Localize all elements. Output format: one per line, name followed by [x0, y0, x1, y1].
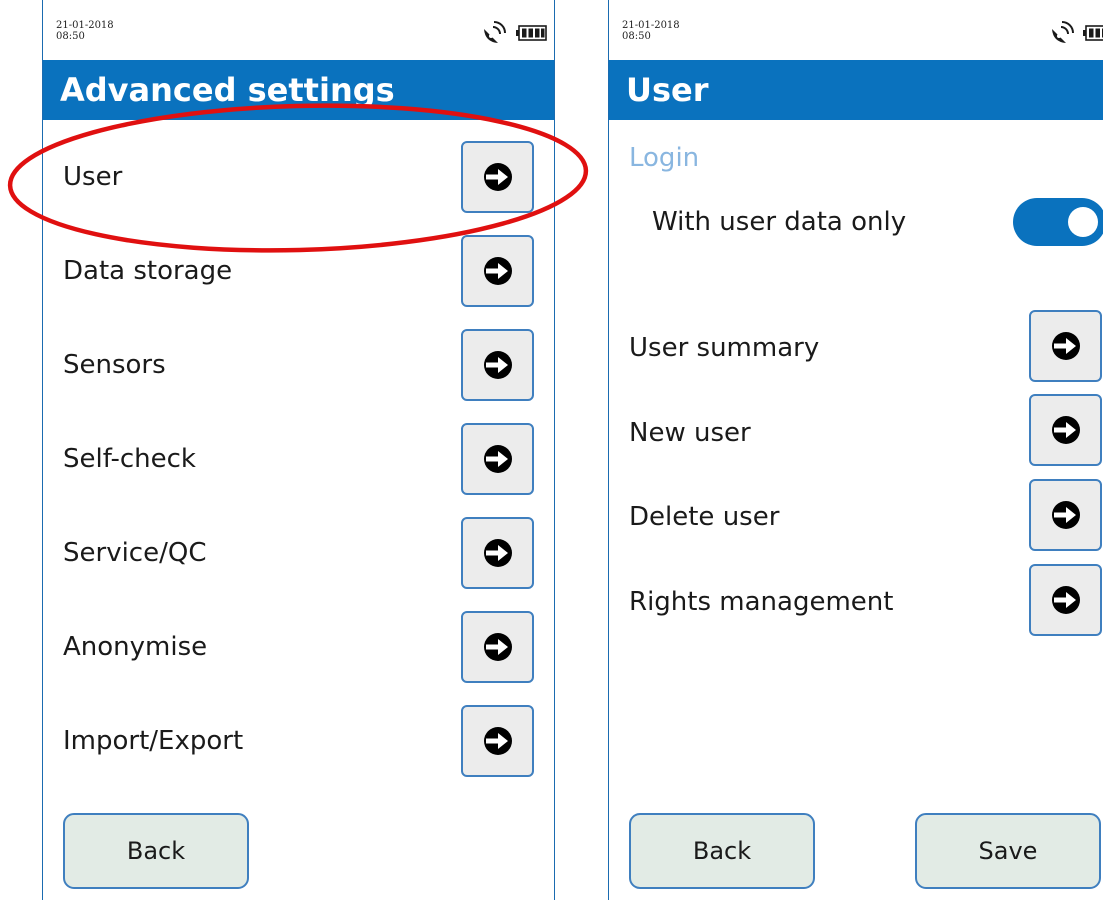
anonymise-arrow-button[interactable] [461, 611, 534, 683]
status-datetime: 21-01-2018 08:50 [622, 20, 680, 42]
with-user-data-only-label: With user data only [652, 207, 907, 237]
import-export-arrow-button[interactable] [461, 705, 534, 777]
menu-label-anonymise: Anonymise [63, 632, 208, 662]
arrow-right-icon [483, 539, 512, 567]
delete-user-arrow-button[interactable] [1029, 479, 1102, 551]
toggle-knob [1068, 207, 1098, 237]
status-time: 08:50 [56, 31, 85, 42]
battery-icon [516, 25, 547, 41]
arrow-right-icon [1051, 586, 1080, 614]
page-title: User [609, 60, 1103, 120]
menu-label-user: User [63, 162, 123, 192]
page-title: Advanced settings [43, 60, 554, 120]
satellite-icon [1052, 21, 1074, 43]
login-section-heading: Login [629, 143, 700, 173]
new-user-arrow-button[interactable] [1029, 394, 1102, 466]
service-qc-arrow-button[interactable] [461, 517, 534, 589]
sensors-arrow-button[interactable] [461, 329, 534, 401]
menu-label-import-export: Import/Export [63, 726, 244, 756]
data-storage-arrow-button[interactable] [461, 235, 534, 307]
arrow-right-icon [1051, 501, 1080, 529]
battery-icon [1083, 25, 1103, 41]
with-user-data-only-toggle[interactable] [1013, 198, 1103, 246]
arrow-right-icon [483, 727, 512, 755]
menu-label-delete-user: Delete user [629, 502, 780, 532]
advanced-settings-screen: 21-01-2018 08:50 Advanced settings User … [42, 0, 555, 900]
arrow-right-icon [483, 257, 512, 285]
rights-management-arrow-button[interactable] [1029, 564, 1102, 636]
back-button[interactable]: Back [629, 813, 815, 889]
menu-label-new-user: New user [629, 418, 751, 448]
status-time: 08:50 [622, 31, 651, 42]
menu-label-service-qc: Service/QC [63, 538, 207, 568]
arrow-right-icon [1051, 332, 1080, 360]
menu-label-rights-management: Rights management [629, 587, 894, 617]
arrow-right-icon [1051, 416, 1080, 444]
user-arrow-button[interactable] [461, 141, 534, 213]
arrow-right-icon [483, 445, 512, 473]
arrow-right-icon [483, 633, 512, 661]
save-button[interactable]: Save [915, 813, 1101, 889]
status-datetime: 21-01-2018 08:50 [56, 20, 114, 42]
back-button[interactable]: Back [63, 813, 249, 889]
menu-label-sensors: Sensors [63, 350, 166, 380]
self-check-arrow-button[interactable] [461, 423, 534, 495]
menu-label-data-storage: Data storage [63, 256, 233, 286]
status-date: 21-01-2018 [622, 20, 680, 31]
arrow-right-icon [483, 351, 512, 379]
status-date: 21-01-2018 [56, 20, 114, 31]
arrow-right-icon [483, 163, 512, 191]
satellite-icon [484, 21, 506, 43]
menu-label-self-check: Self-check [63, 444, 196, 474]
user-summary-arrow-button[interactable] [1029, 310, 1102, 382]
menu-label-user-summary: User summary [629, 333, 820, 363]
user-screen: 21-01-2018 08:50 User Login With user da… [608, 0, 1103, 900]
